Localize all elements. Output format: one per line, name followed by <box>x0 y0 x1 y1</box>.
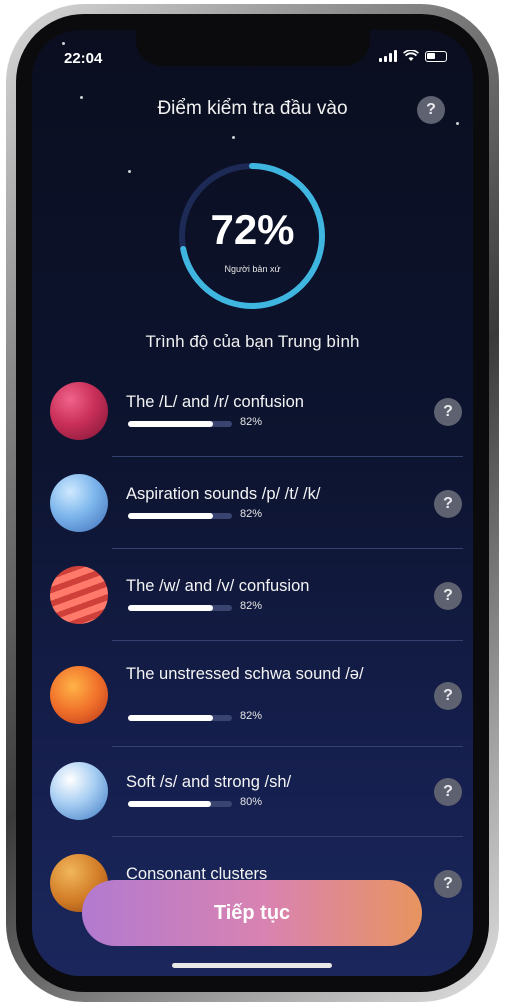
help-icon[interactable]: ? <box>434 682 462 710</box>
item-title: The /L/ and /r/ confusion <box>126 393 304 411</box>
page-title: Điểm kiểm tra đầu vào <box>157 98 348 119</box>
home-indicator <box>172 963 332 968</box>
planet-red-icon <box>50 382 108 440</box>
progress-percent: 80% <box>240 796 263 808</box>
help-icon[interactable]: ? <box>434 490 462 518</box>
divider <box>112 548 463 549</box>
progress-bar <box>128 513 232 519</box>
progress-fill <box>128 715 214 721</box>
progress-bar <box>128 421 232 427</box>
wifi-icon <box>403 50 419 61</box>
phone-notch <box>136 30 370 66</box>
star-decoration <box>456 122 459 125</box>
list-item[interactable]: The /L/ and /r/ confusion 82% ? <box>48 382 468 452</box>
planet-striped-icon <box>50 566 108 624</box>
divider <box>112 746 463 747</box>
battery-icon <box>425 50 447 62</box>
progress-fill <box>128 421 214 427</box>
star-decoration <box>62 42 65 45</box>
divider <box>112 836 463 837</box>
progress-bar <box>128 605 232 611</box>
score-value: 72% <box>210 206 295 253</box>
list-item[interactable]: The unstressed schwa sound /ə/ 82% ? <box>48 662 468 744</box>
progress-bar <box>128 801 232 807</box>
item-title: The /w/ and /v/ confusion <box>126 577 310 595</box>
progress-fill <box>128 605 214 611</box>
status-icons <box>379 50 447 62</box>
planet-orange-icon <box>50 666 108 724</box>
help-icon[interactable]: ? <box>417 96 445 124</box>
progress-fill <box>128 513 214 519</box>
score-caption: Người bản xứ <box>224 264 281 274</box>
planet-blue-icon <box>50 474 108 532</box>
help-icon[interactable]: ? <box>434 778 462 806</box>
progress-bar <box>128 715 232 721</box>
progress-percent: 82% <box>240 416 263 428</box>
progress-fill <box>128 801 212 807</box>
list-item[interactable]: Aspiration sounds /p/ /t/ /k/ 82% ? <box>48 474 468 544</box>
divider <box>112 456 463 457</box>
help-icon[interactable]: ? <box>434 398 462 426</box>
progress-percent: 82% <box>240 508 263 520</box>
status-time: 22:04 <box>64 50 103 67</box>
help-icon[interactable]: ? <box>434 870 462 898</box>
star-decoration <box>232 136 235 139</box>
item-title: Aspiration sounds /p/ /t/ /k/ <box>126 485 321 503</box>
app-screen: 22:04 Điểm kiểm tra đầu vào ? 72% Người … <box>32 30 473 976</box>
help-icon[interactable]: ? <box>434 582 462 610</box>
progress-percent: 82% <box>240 710 263 722</box>
continue-button[interactable]: Tiếp tục <box>82 880 422 946</box>
list-item[interactable]: Soft /s/ and strong /sh/ 80% ? <box>48 762 468 832</box>
level-text: Trình độ của bạn Trung bình <box>145 332 360 351</box>
item-title: Soft /s/ and strong /sh/ <box>126 773 292 791</box>
star-decoration <box>128 170 131 173</box>
divider <box>112 640 463 641</box>
list-item[interactable]: The /w/ and /v/ confusion 82% ? <box>48 566 468 636</box>
signal-icon <box>379 50 397 62</box>
progress-percent: 82% <box>240 600 263 612</box>
item-title: The unstressed schwa sound /ə/ <box>126 665 364 683</box>
planet-light-blue-icon <box>50 762 108 820</box>
